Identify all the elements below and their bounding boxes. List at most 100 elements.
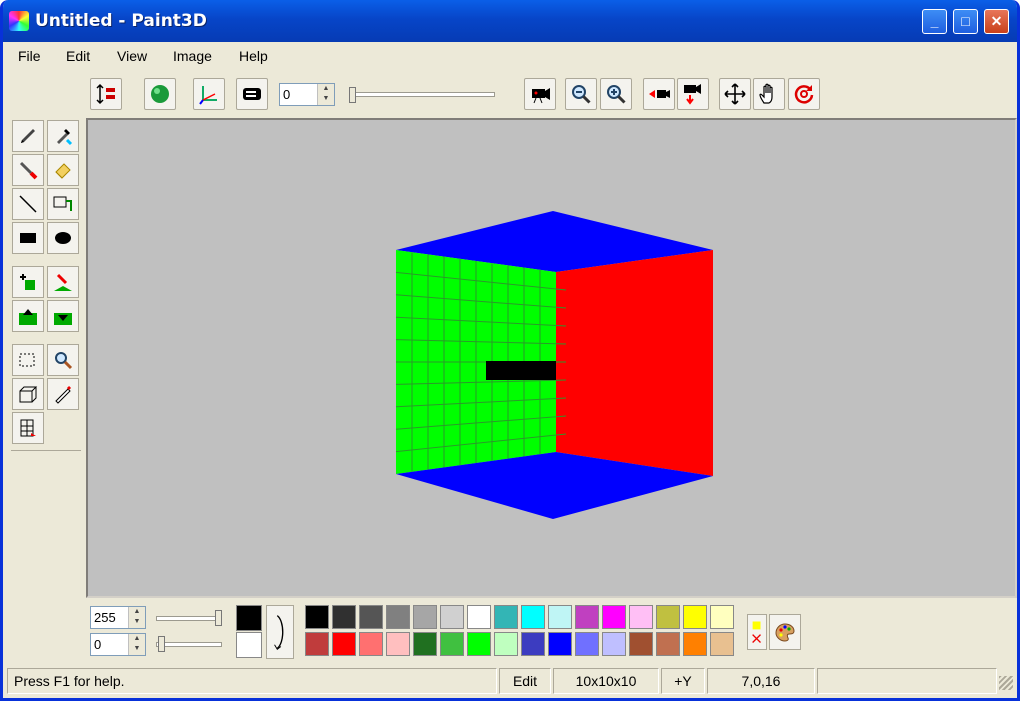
- palette-swatch[interactable]: [440, 632, 464, 656]
- palette-swatch[interactable]: [710, 605, 734, 629]
- palette-swatch[interactable]: [440, 605, 464, 629]
- minimize-button[interactable]: _: [922, 9, 947, 34]
- palette-swatch[interactable]: [548, 632, 572, 656]
- palette-swatch[interactable]: [710, 632, 734, 656]
- palette-swatch[interactable]: [413, 632, 437, 656]
- value-top-spinner[interactable]: ▲▼: [90, 606, 146, 629]
- tool-line[interactable]: [12, 188, 44, 220]
- palette-swatch[interactable]: [359, 605, 383, 629]
- axes-button[interactable]: [193, 78, 225, 110]
- palette-swatch[interactable]: [521, 632, 545, 656]
- palette-swatch[interactable]: [602, 605, 626, 629]
- render-sphere-button[interactable]: [144, 78, 176, 110]
- palette-swatch[interactable]: [332, 605, 356, 629]
- resize-grip-icon[interactable]: [999, 676, 1013, 690]
- swap-colors-button[interactable]: [266, 605, 294, 659]
- camera-down-button[interactable]: [677, 78, 709, 110]
- maximize-button[interactable]: □: [953, 9, 978, 34]
- camera-button[interactable]: [524, 78, 556, 110]
- pan-button[interactable]: [753, 78, 785, 110]
- palette-swatch[interactable]: [656, 632, 680, 656]
- palette-swatch[interactable]: [467, 605, 491, 629]
- palette-swatch[interactable]: [413, 605, 437, 629]
- palette-swatch[interactable]: [629, 632, 653, 656]
- title-bar[interactable]: Untitled - Paint3D _ □ ✕: [3, 0, 1017, 42]
- tool-select[interactable]: [12, 344, 44, 376]
- move-button[interactable]: [719, 78, 751, 110]
- tool-rectangle[interactable]: [12, 222, 44, 254]
- move-camera-left-button[interactable]: [643, 78, 675, 110]
- palette-swatch[interactable]: [602, 632, 626, 656]
- menu-edit[interactable]: Edit: [66, 48, 90, 64]
- value-top-input[interactable]: [91, 607, 127, 628]
- palette-swatch[interactable]: [494, 605, 518, 629]
- zoom-in-button[interactable]: [600, 78, 632, 110]
- menu-view[interactable]: View: [117, 48, 147, 64]
- tool-brush[interactable]: [12, 154, 44, 186]
- edit-colors-button[interactable]: [769, 614, 801, 650]
- tool-ellipse[interactable]: [47, 222, 79, 254]
- rotation-input[interactable]: [280, 84, 316, 105]
- tool-eyedropper[interactable]: [47, 120, 79, 152]
- value-bottom-slider-thumb[interactable]: [158, 636, 165, 652]
- rotation-spinner[interactable]: ▲▼: [279, 83, 335, 106]
- menu-file[interactable]: File: [18, 48, 41, 64]
- magnify-icon: [55, 352, 73, 370]
- palette-swatch[interactable]: [467, 632, 491, 656]
- tool-magnify[interactable]: [47, 344, 79, 376]
- tool-extrude[interactable]: [47, 266, 79, 298]
- palette-swatch[interactable]: [656, 605, 680, 629]
- palette-swatch[interactable]: [575, 632, 599, 656]
- value-bottom-input[interactable]: [91, 634, 127, 655]
- status-coords: 7,0,16: [707, 668, 815, 694]
- palette-swatch[interactable]: [575, 605, 599, 629]
- value-top-slider-thumb[interactable]: [215, 610, 222, 626]
- voxel-cube-view[interactable]: [88, 120, 1015, 596]
- palette-swatch[interactable]: [629, 605, 653, 629]
- display-mode-button[interactable]: [236, 78, 268, 110]
- palette-swatch[interactable]: [683, 605, 707, 629]
- rotation-slider-thumb[interactable]: [349, 87, 356, 103]
- palette-swatch[interactable]: [386, 605, 410, 629]
- mode-toggle-button[interactable]: [90, 78, 122, 110]
- value-bottom-arrows[interactable]: ▲ ▼: [128, 634, 145, 655]
- background-color[interactable]: [236, 632, 262, 658]
- tool-raise[interactable]: [12, 300, 44, 332]
- hand-icon: [759, 83, 773, 104]
- tool-eraser[interactable]: [47, 154, 79, 186]
- palette-swatch[interactable]: [521, 605, 545, 629]
- value-bottom-spinner[interactable]: ▲▼: [90, 633, 146, 656]
- zoom-in-icon: [607, 85, 626, 104]
- black-voxel-block: [486, 361, 556, 380]
- canvas-viewport[interactable]: [86, 118, 1017, 598]
- tool-lower[interactable]: [47, 300, 79, 332]
- tool-add-voxel[interactable]: [12, 266, 44, 298]
- box-icon: [19, 386, 38, 403]
- tool-copy-block[interactable]: [47, 188, 79, 220]
- palette-swatch[interactable]: [548, 605, 572, 629]
- palette-swatch[interactable]: [494, 632, 518, 656]
- menu-image[interactable]: Image: [173, 48, 212, 64]
- palette-swatch[interactable]: [305, 605, 329, 629]
- palette-swatch[interactable]: [359, 632, 383, 656]
- value-top-slider[interactable]: [156, 616, 222, 621]
- tool-pencil[interactable]: [12, 120, 44, 152]
- zoom-out-button[interactable]: [565, 78, 597, 110]
- value-top-arrows[interactable]: ▲ ▼: [128, 607, 145, 628]
- spinner-arrows[interactable]: ▲ ▼: [317, 84, 334, 105]
- tool-box[interactable]: [12, 378, 44, 410]
- rotation-slider[interactable]: [351, 92, 495, 97]
- grid-box-icon: [20, 419, 36, 437]
- menu-help[interactable]: Help: [239, 48, 268, 64]
- value-bottom-slider[interactable]: [156, 642, 222, 647]
- tool-pen[interactable]: [47, 378, 79, 410]
- tool-grid[interactable]: [12, 412, 44, 444]
- palette-swatch[interactable]: [332, 632, 356, 656]
- palette-swatch[interactable]: [386, 632, 410, 656]
- rotate-button[interactable]: [788, 78, 820, 110]
- foreground-color[interactable]: [236, 605, 262, 631]
- close-button[interactable]: ✕: [984, 9, 1009, 34]
- palette-swatch[interactable]: [305, 632, 329, 656]
- palette-swatch[interactable]: [683, 632, 707, 656]
- color-options-button[interactable]: [747, 614, 767, 650]
